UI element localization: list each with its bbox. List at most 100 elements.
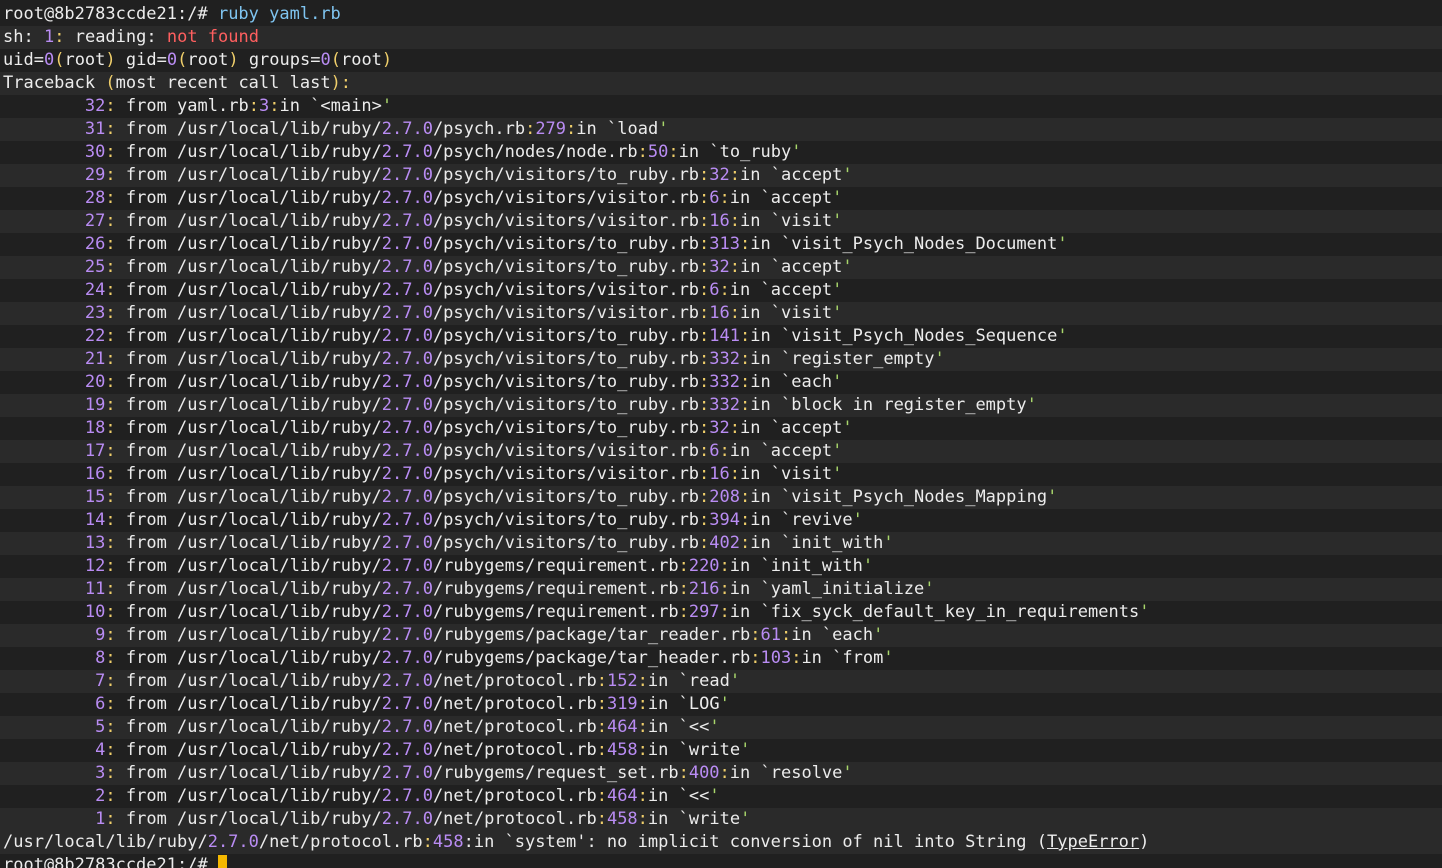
error-message: :in `system': no implicit conversion of …	[463, 832, 1048, 852]
frame-version: 2.7.0	[381, 211, 433, 231]
traceback-frame: 21: from /usr/local/lib/ruby/2.7.0/psych…	[0, 348, 1442, 371]
frame-file: /psych.rb	[432, 119, 526, 139]
frame-file: /psych/visitors/to_ruby.rb	[432, 510, 700, 530]
frame-line-number: 297	[688, 602, 720, 622]
frame-version: 2.7.0	[381, 326, 433, 346]
frame-line-number: 103	[760, 648, 792, 668]
frame-method: read	[688, 671, 730, 691]
traceback-frame: 28: from /usr/local/lib/ruby/2.7.0/psych…	[84, 188, 843, 208]
error-line: /usr/local/lib/ruby/2.7.0/net/protocol.r…	[0, 831, 1442, 854]
frame-file: /psych/visitors/to_ruby.rb	[432, 533, 700, 553]
prompt: root@8b2783ccde21:/#	[3, 4, 208, 24]
traceback-frame: 25: from /usr/local/lib/ruby/2.7.0/psych…	[0, 256, 1442, 279]
frame-method: accept	[770, 441, 833, 461]
frame-line-number: 464	[606, 717, 638, 737]
frame-dir: /usr/local/lib/ruby/	[177, 694, 382, 714]
frame-method: visit	[780, 464, 833, 484]
terminal-window[interactable]: root@8b2783ccde21:/# ruby yaml.rb sh: 1:…	[0, 0, 1442, 868]
frame-file: /psych/visitors/to_ruby.rb	[432, 326, 700, 346]
frame-method: LOG	[688, 694, 720, 714]
frame-number: 12	[84, 556, 106, 576]
frame-file: /psych/visitors/to_ruby.rb	[432, 487, 700, 507]
frame-version: 2.7.0	[381, 142, 433, 162]
frame-method: accept	[770, 188, 833, 208]
frame-file: /rubygems/requirement.rb	[432, 556, 679, 576]
frame-number: 15	[84, 487, 106, 507]
frame-method: block in register_empty	[791, 395, 1027, 415]
frame-method: init_with	[791, 533, 884, 553]
frame-number: 20	[84, 372, 106, 392]
frame-dir: /usr/local/lib/ruby/	[177, 395, 382, 415]
frame-number: 14	[84, 510, 106, 530]
frame-number: 3	[84, 763, 106, 783]
frame-version: 2.7.0	[381, 602, 433, 622]
frame-number: 4	[84, 740, 106, 760]
frame-version: 2.7.0	[381, 441, 433, 461]
traceback-label: Traceback	[3, 73, 96, 93]
frame-dir: /usr/local/lib/ruby/	[177, 625, 382, 645]
traceback-frame: 30: from /usr/local/lib/ruby/2.7.0/psych…	[84, 142, 802, 162]
traceback-frame: 7: from /usr/local/lib/ruby/2.7.0/net/pr…	[0, 670, 1442, 693]
frame-version: 2.7.0	[381, 487, 433, 507]
traceback-frame: 14: from /usr/local/lib/ruby/2.7.0/psych…	[84, 510, 863, 530]
frame-line-number: 16	[709, 211, 730, 231]
frame-number: 30	[84, 142, 106, 162]
uid-line: uid=0(root) gid=0(root) groups=0(root)	[3, 50, 393, 70]
sh-word: reading:	[74, 27, 157, 47]
frame-method: accept	[780, 257, 843, 277]
traceback-frame: 18: from /usr/local/lib/ruby/2.7.0/psych…	[84, 418, 853, 438]
frame-dir: /usr/local/lib/ruby/	[177, 740, 382, 760]
gid-num: 0	[166, 50, 178, 70]
frame-version: 2.7.0	[381, 234, 433, 254]
frame-file: /psych/visitors/to_ruby.rb	[432, 372, 700, 392]
frame-number: 26	[84, 234, 106, 254]
frame-line-number: 464	[606, 786, 638, 806]
error-class: TypeError	[1047, 832, 1140, 852]
frame-number: 6	[84, 694, 106, 714]
frame-dir: /usr/local/lib/ruby/	[177, 372, 382, 392]
frame-version: 2.7.0	[381, 625, 433, 645]
frame-method: visit_Psych_Nodes_Mapping	[791, 487, 1048, 507]
traceback-frame: 9: from /usr/local/lib/ruby/2.7.0/rubyge…	[0, 624, 1442, 647]
traceback-frame: 24: from /usr/local/lib/ruby/2.7.0/psych…	[84, 280, 843, 300]
frame-number: 25	[84, 257, 106, 277]
frame-dir: /usr/local/lib/ruby/	[177, 671, 382, 691]
sh-num: 1	[43, 27, 55, 47]
frame-line-number: 61	[760, 625, 781, 645]
frame-number: 23	[84, 303, 106, 323]
frame-line-number: 400	[688, 763, 720, 783]
uid-num: 0	[43, 50, 55, 70]
frame-number: 5	[84, 717, 106, 737]
sh-error-line: sh: 1: reading: not found	[0, 26, 1442, 49]
traceback-frame: 23: from /usr/local/lib/ruby/2.7.0/psych…	[0, 302, 1442, 325]
frame-version: 2.7.0	[381, 349, 433, 369]
traceback-frame: 11: from /usr/local/lib/ruby/2.7.0/rubyg…	[0, 578, 1442, 601]
sh-prefix: sh:	[3, 27, 34, 47]
frame-file: /net/protocol.rb	[432, 694, 597, 714]
traceback-frames: 32: from yaml.rb:3:in `<main>' 31: from …	[0, 95, 1442, 831]
frame-line-number: 141	[709, 326, 741, 346]
frame-dir: /usr/local/lib/ruby/	[177, 303, 382, 323]
frame-version: 2.7.0	[381, 188, 433, 208]
frame-number: 16	[84, 464, 106, 484]
frame-file: /rubygems/request_set.rb	[432, 763, 679, 783]
final-prompt-line[interactable]: root@8b2783ccde21:/#	[0, 854, 1442, 868]
traceback-frame: 6: from /usr/local/lib/ruby/2.7.0/net/pr…	[84, 694, 730, 714]
traceback-frame: 29: from /usr/local/lib/ruby/2.7.0/psych…	[0, 164, 1442, 187]
frame-version: 2.7.0	[381, 372, 433, 392]
error-version: 2.7.0	[207, 832, 259, 852]
frame-dir: /usr/local/lib/ruby/	[177, 142, 382, 162]
frame-line-number: 50	[647, 142, 669, 162]
frame-method: register_empty	[791, 349, 935, 369]
frame-method: visit	[780, 211, 833, 231]
frame-version: 2.7.0	[381, 165, 433, 185]
traceback-frame: 27: from /usr/local/lib/ruby/2.7.0/psych…	[0, 210, 1442, 233]
frame-dir: /usr/local/lib/ruby/	[177, 188, 382, 208]
frame-number: 2	[84, 786, 106, 806]
frame-dir: /usr/local/lib/ruby/	[177, 326, 382, 346]
frame-number: 10	[84, 602, 106, 622]
frame-version: 2.7.0	[381, 694, 433, 714]
frame-dir: /usr/local/lib/ruby/	[177, 165, 382, 185]
frame-version: 2.7.0	[381, 763, 433, 783]
frame-dir: /usr/local/lib/ruby/	[177, 717, 382, 737]
